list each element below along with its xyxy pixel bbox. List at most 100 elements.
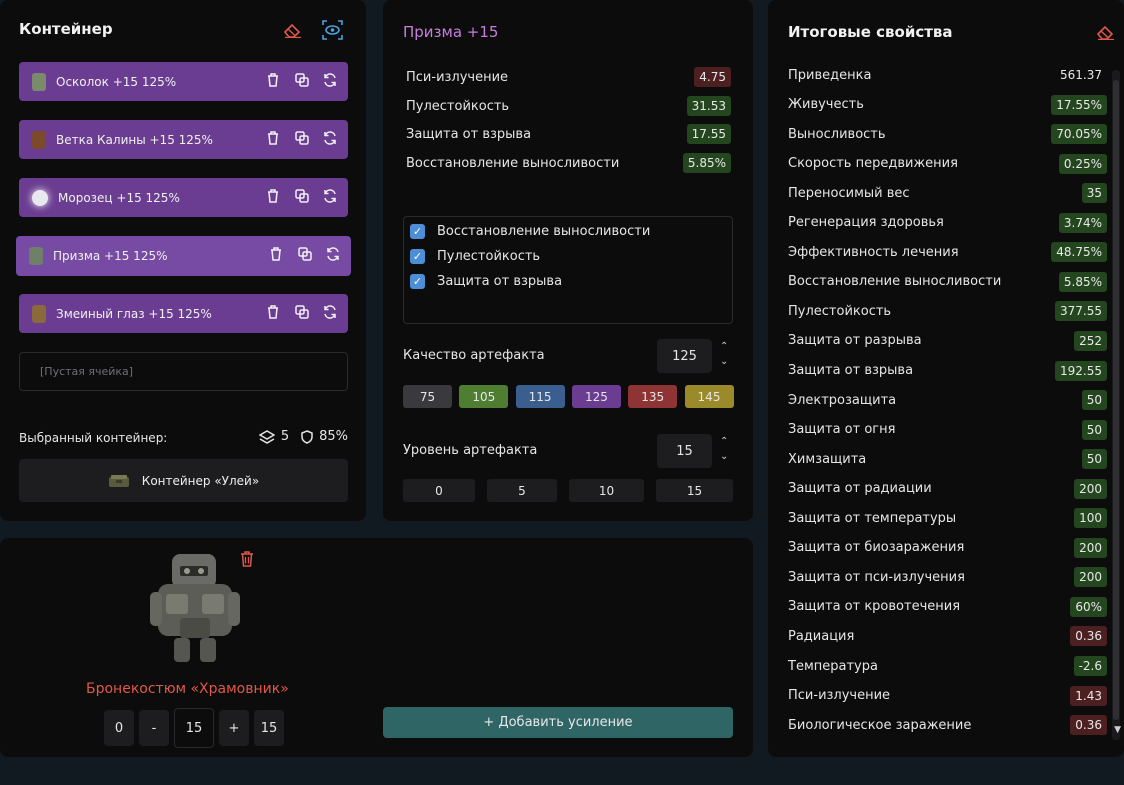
trash-icon[interactable] (267, 305, 281, 321)
total-stat-value: 3.74% (1058, 212, 1107, 233)
total-stat-value: 50 (1081, 419, 1107, 440)
quality-option-button[interactable]: 145 (684, 385, 734, 408)
stat-label: Пси-излучение (406, 69, 509, 85)
level-option-button[interactable]: 15 (656, 479, 733, 502)
checkbox-label: Восстановление выносливости (437, 224, 651, 239)
artifact-row[interactable]: Призма +15 125% (16, 236, 351, 276)
total-stat-value: 50 (1081, 390, 1107, 411)
artifact-label: Змеиный глаз +15 125% (56, 306, 212, 321)
filter-checkbox-row[interactable]: ✓ Восстановление выносливости (410, 224, 650, 239)
checkbox-icon[interactable]: ✓ (410, 274, 425, 289)
eraser-icon[interactable] (283, 22, 303, 42)
checkbox-label: Пулестойкость (437, 249, 541, 264)
refresh-icon[interactable] (323, 131, 337, 147)
artifact-row[interactable]: Осколок +15 125% (19, 62, 348, 101)
total-stat-label: Биологическое заражение (788, 717, 972, 733)
armor-name: Бронекостюм «Храмовник» (86, 681, 289, 697)
refresh-icon[interactable] (326, 247, 340, 263)
filter-checkbox-row[interactable]: ✓ Пулестойкость (410, 249, 540, 264)
total-stat-label: Электрозащита (788, 392, 897, 408)
trash-icon[interactable] (267, 131, 281, 147)
trash-icon[interactable] (267, 189, 281, 205)
total-stat-row: Температура -2.6 (788, 655, 1107, 677)
total-stat-row: Переносимый вес 35 (788, 182, 1107, 204)
quality-down-icon[interactable]: ⌄ (720, 356, 728, 368)
quality-option-button[interactable]: 105 (459, 385, 509, 408)
total-stat-value: 17.55% (1051, 94, 1107, 115)
refresh-icon[interactable] (323, 73, 337, 89)
level-decrement-button[interactable]: - (139, 710, 169, 746)
level-label: Уровень артефакта (403, 443, 538, 458)
total-stat-row: Защита от кровотечения 60% (788, 596, 1107, 618)
stat-label: Защита от взрыва (406, 126, 532, 142)
armor-image (150, 554, 240, 662)
level-option-button[interactable]: 5 (487, 479, 557, 502)
quality-option-button[interactable]: 75 (403, 385, 452, 408)
level-option-button[interactable]: 0 (403, 479, 475, 502)
container-select-button[interactable]: Контейнер «Улей» (19, 459, 348, 502)
checkbox-icon[interactable]: ✓ (410, 224, 425, 239)
total-stat-row: Скорость передвижения 0.25% (788, 153, 1107, 175)
stat-value: 4.75 (694, 67, 731, 87)
level-option-button[interactable]: 10 (569, 479, 644, 502)
artifact-icon (32, 304, 46, 323)
total-stat-label: Защита от биозаражения (788, 540, 965, 556)
eye-scan-icon[interactable] (322, 20, 343, 44)
artifact-actions (270, 247, 340, 263)
copy-icon[interactable] (295, 189, 309, 205)
total-stat-row: Защита от разрыва 252 (788, 330, 1107, 352)
artifact-icon (32, 189, 48, 206)
artifact-label: Морозец +15 125% (58, 190, 180, 205)
total-stat-value: 252 (1074, 330, 1107, 351)
scrollbar-thumb[interactable] (1113, 80, 1119, 720)
level-max-button[interactable]: 15 (254, 710, 284, 746)
total-stat-label: Пси-излучение (788, 688, 891, 704)
empty-slot[interactable]: [Пустая ячейка] (19, 352, 348, 391)
artifact-stat-row: Защита от взрыва 17.55 (406, 123, 731, 145)
total-stat-value: 5.85% (1058, 271, 1107, 292)
level-increment-button[interactable]: + (219, 710, 249, 746)
quality-up-icon[interactable]: ⌃ (720, 341, 728, 353)
level-input[interactable]: 15 (657, 434, 712, 468)
copy-icon[interactable] (295, 305, 309, 321)
artifact-row[interactable]: Ветка Калины +15 125% (19, 120, 348, 159)
total-stat-value: 50 (1081, 449, 1107, 470)
refresh-icon[interactable] (323, 305, 337, 321)
total-stat-value: -2.6 (1073, 656, 1107, 676)
artifact-row[interactable]: Змеиный глаз +15 125% (19, 294, 348, 333)
scroll-down-icon[interactable]: ▼ (1114, 724, 1121, 736)
trash-icon[interactable] (240, 551, 254, 571)
quality-option-button[interactable]: 115 (515, 385, 565, 408)
artifact-actions (267, 189, 337, 205)
total-stat-row: Приведенка 561.37 (788, 64, 1107, 86)
total-stat-value: 377.55 (1055, 301, 1107, 322)
copy-icon[interactable] (298, 247, 312, 263)
total-stat-label: Защита от взрыва (788, 363, 914, 378)
refresh-icon[interactable] (323, 189, 337, 205)
total-stat-value: 200 (1074, 537, 1107, 558)
total-stat-label: Скорость передвижения (788, 156, 958, 172)
level-up-icon[interactable]: ⌃ (720, 436, 728, 448)
stat-value: 5.85% (682, 153, 731, 173)
artifact-row[interactable]: Морозец +15 125% (19, 178, 348, 217)
level-min-button[interactable]: 0 (104, 710, 134, 746)
add-enhancement-button[interactable]: + Добавить усиление (383, 707, 733, 738)
trash-icon[interactable] (267, 73, 281, 89)
quality-input[interactable]: 125 (657, 339, 712, 373)
copy-icon[interactable] (295, 131, 309, 147)
quality-option-button[interactable]: 135 (628, 385, 678, 408)
artifact-stat-row: Пулестойкость 31.53 (406, 95, 731, 117)
filter-checkbox-row[interactable]: ✓ Защита от взрыва (410, 274, 562, 289)
quality-option-button[interactable]: 125 (571, 385, 621, 408)
level-down-icon[interactable]: ⌄ (720, 451, 728, 463)
total-stat-value: 200 (1074, 478, 1107, 499)
total-stat-label: Регенерация здоровья (788, 215, 944, 231)
copy-icon[interactable] (295, 73, 309, 89)
trash-icon[interactable] (270, 247, 284, 263)
armor-level-input[interactable]: 15 (174, 708, 214, 748)
total-stat-label: Химзащита (788, 451, 867, 467)
selected-container-label: Выбранный контейнер: (19, 431, 168, 445)
eraser-icon[interactable] (1096, 24, 1116, 44)
checkbox-icon[interactable]: ✓ (410, 249, 425, 264)
total-stat-label: Радиация (788, 628, 855, 644)
